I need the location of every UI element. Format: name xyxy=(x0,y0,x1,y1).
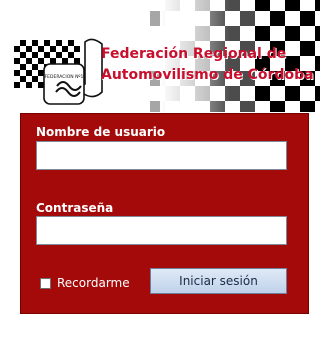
password-label: Contraseña xyxy=(36,201,114,215)
logo: FEDERACION Nº1 xyxy=(14,38,103,105)
login-button[interactable]: Iniciar sesión xyxy=(150,268,287,294)
remember-me-checkbox[interactable] xyxy=(40,277,51,289)
login-page: FEDERACION Nº1 Federación Regional de Au… xyxy=(0,0,328,337)
login-form: Nombre de usuario Contraseña Recordarme … xyxy=(20,113,309,314)
title-line-1: Federación Regional de xyxy=(101,46,287,62)
remember-me-group[interactable]: Recordarme xyxy=(40,276,130,290)
logo-caption: FEDERACION Nº1 xyxy=(45,74,84,80)
username-label: Nombre de usuario xyxy=(36,125,166,139)
username-input[interactable] xyxy=(36,141,287,170)
remember-me-label[interactable]: Recordarme xyxy=(57,276,130,290)
title-line-2: Automovilismo de Córdoba xyxy=(101,67,314,83)
password-input[interactable] xyxy=(36,216,287,245)
header-banner: FEDERACION Nº1 Federación Regional de Au… xyxy=(10,0,320,112)
